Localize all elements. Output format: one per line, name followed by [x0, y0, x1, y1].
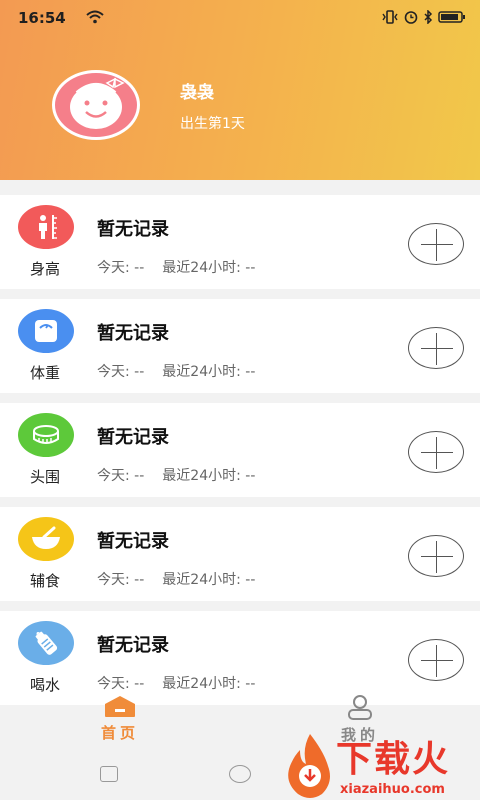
- record-label: 辅食: [29, 572, 60, 590]
- scale-icon: [18, 309, 74, 353]
- tab-home-label: 首页: [100, 724, 139, 742]
- user-icon: [348, 695, 372, 720]
- add-record-button[interactable]: [408, 639, 464, 681]
- recent-value: 最近24小时: --: [162, 260, 256, 276]
- record-summary: 今天: -- 最近24小时: --: [97, 361, 273, 381]
- status-time: 16:54: [18, 9, 66, 27]
- home-nav-button[interactable]: [229, 765, 251, 783]
- recent-value: 最近24小时: --: [162, 572, 256, 588]
- vibrate-icon: [382, 10, 398, 24]
- wifi-icon: [86, 10, 104, 24]
- bluetooth-icon: [424, 10, 433, 24]
- record-card-head[interactable]: 头围 暂无记录 今天: -- 最近24小时: --: [0, 403, 480, 497]
- record-title: 暂无记录: [97, 531, 169, 552]
- record-card-food[interactable]: 辅食 暂无记录 今天: -- 最近24小时: --: [0, 507, 480, 601]
- baby-name: 袅袅: [180, 83, 214, 103]
- recent-value: 最近24小时: --: [162, 364, 256, 380]
- add-record-button[interactable]: [408, 327, 464, 369]
- tab-home[interactable]: 首页: [80, 694, 160, 743]
- baby-age: 出生第1天: [180, 116, 245, 132]
- status-bar: 16:54: [0, 0, 480, 36]
- record-label: 身高: [29, 260, 60, 278]
- today-value: 今天: --: [97, 364, 145, 380]
- tape-measure-icon: [18, 413, 74, 457]
- home-icon: [105, 696, 135, 717]
- recents-button[interactable]: [100, 766, 118, 782]
- recent-value: 最近24小时: --: [162, 468, 256, 484]
- battery-icon: [438, 11, 465, 23]
- watermark-text: 下载火: [336, 739, 451, 780]
- record-summary: 今天: -- 最近24小时: --: [97, 569, 273, 589]
- profile-header: 16:54 袅袅 出生第1天: [0, 0, 480, 180]
- record-title: 暂无记录: [97, 427, 169, 448]
- bottle-icon: [18, 621, 74, 665]
- today-value: 今天: --: [97, 572, 145, 588]
- baby-avatar[interactable]: [52, 70, 140, 140]
- record-card-weight[interactable]: 体重 暂无记录 今天: -- 最近24小时: --: [0, 299, 480, 393]
- bowl-icon: [18, 517, 74, 561]
- watermark-url: xiazaihuo.com: [340, 782, 445, 797]
- add-record-button[interactable]: [408, 223, 464, 265]
- flame-logo-icon: [288, 734, 330, 798]
- record-title: 暂无记录: [97, 635, 169, 656]
- record-label: 体重: [29, 364, 60, 382]
- add-record-button[interactable]: [408, 431, 464, 473]
- alarm-icon: [404, 11, 418, 24]
- record-label: 头围: [29, 468, 60, 486]
- watermark: 下载火 xiazaihuo.com: [282, 730, 480, 800]
- today-value: 今天: --: [97, 260, 145, 276]
- record-summary: 今天: -- 最近24小时: --: [97, 465, 273, 485]
- add-record-button[interactable]: [408, 535, 464, 577]
- today-value: 今天: --: [97, 468, 145, 484]
- record-summary: 今天: -- 最近24小时: --: [97, 257, 273, 277]
- record-card-height[interactable]: 身高 暂无记录 今天: -- 最近24小时: --: [0, 195, 480, 289]
- baby-face-icon: [70, 77, 125, 129]
- height-icon: [18, 205, 74, 249]
- record-title: 暂无记录: [97, 323, 169, 344]
- record-title: 暂无记录: [97, 219, 169, 240]
